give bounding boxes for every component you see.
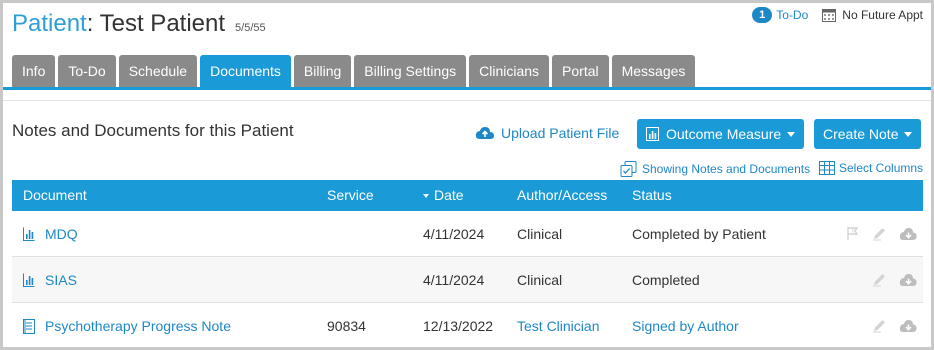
chart-icon: [23, 227, 35, 241]
outcome-measure-button[interactable]: Outcome Measure: [637, 119, 805, 149]
document-name: SIAS: [45, 272, 77, 288]
patient-label: Patient: [12, 10, 87, 37]
select-columns-link[interactable]: Select Columns: [819, 161, 923, 175]
todo-link[interactable]: To-Do: [776, 8, 808, 22]
row-actions: P: [834, 226, 917, 244]
status-link[interactable]: Signed by Author: [632, 303, 739, 347]
upload-label: Upload Patient File: [501, 125, 620, 141]
status-cell: Completed by Patient: [632, 226, 766, 242]
cloud-download-icon[interactable]: [899, 273, 917, 290]
documents-icon: [620, 161, 637, 177]
patient-name: : Test Patient: [86, 10, 226, 37]
patient-page: Patient : Test Patient 5/5/55 1 To-Do No…: [3, 3, 931, 347]
document-link[interactable]: SIAS: [23, 257, 77, 303]
note-icon: [23, 318, 35, 334]
select-columns-label: Select Columns: [839, 161, 924, 175]
document-name: Psychotherapy Progress Note: [45, 318, 231, 334]
tab-underline: [3, 87, 931, 90]
status-cell: Completed: [632, 272, 700, 288]
todo-count-badge[interactable]: 1: [752, 7, 773, 23]
tab-billing[interactable]: Billing: [293, 55, 352, 87]
patient-dob: 5/5/55: [235, 22, 266, 34]
flag-icon[interactable]: P: [846, 226, 860, 244]
column-header-status[interactable]: Status: [632, 180, 672, 211]
column-header-document[interactable]: Document: [23, 180, 87, 211]
divider: [3, 100, 931, 101]
tab-todo[interactable]: To-Do: [58, 55, 116, 87]
edit-icon[interactable]: [872, 318, 887, 336]
document-name: MDQ: [45, 226, 78, 242]
cloud-download-icon[interactable]: [899, 319, 917, 336]
bar-chart-icon: [646, 127, 659, 141]
date-cell: 4/11/2024: [423, 272, 485, 288]
date-cell: 12/13/2022: [423, 318, 494, 334]
table-row: MDQ 4/11/2024 Clinical Completed by Pati…: [12, 211, 923, 257]
document-link[interactable]: MDQ: [23, 211, 78, 257]
header-right: 1 To-Do No Future Appt: [752, 7, 923, 23]
tab-clinicians[interactable]: Clinicians: [469, 55, 550, 87]
create-note-button[interactable]: Create Note: [814, 119, 922, 149]
page-title: Patient : Test Patient 5/5/55: [12, 10, 266, 38]
chevron-down-icon: [787, 131, 796, 137]
table-row: Psychotherapy Progress Note 90834 12/13/…: [12, 303, 923, 347]
author-link[interactable]: Test Clinician: [517, 303, 599, 347]
tab-info[interactable]: Info: [12, 55, 56, 87]
section-title: Notes and Documents for this Patient: [12, 121, 294, 140]
row-actions: [860, 318, 917, 336]
tab-messages[interactable]: Messages: [611, 55, 696, 87]
cloud-download-icon[interactable]: [899, 227, 917, 244]
tab-documents[interactable]: Documents: [200, 55, 291, 87]
table-columns-icon: [819, 161, 835, 175]
date-cell: 4/11/2024: [423, 226, 485, 242]
showing-notes-link[interactable]: Showing Notes and Documents: [620, 161, 810, 177]
create-note-label: Create Note: [823, 126, 899, 142]
table-row: SIAS 4/11/2024 Clinical Completed: [12, 257, 923, 303]
showing-notes-label: Showing Notes and Documents: [642, 162, 811, 176]
no-future-appt-label[interactable]: No Future Appt: [842, 8, 923, 22]
chevron-down-icon: [904, 131, 913, 137]
column-header-service[interactable]: Service: [327, 180, 374, 211]
upload-patient-file-link[interactable]: Upload Patient File: [475, 125, 619, 141]
cloud-upload-icon: [475, 127, 494, 139]
service-cell: 90834: [327, 318, 366, 334]
outcome-measure-label: Outcome Measure: [666, 126, 782, 142]
tab-billing-settings[interactable]: Billing Settings: [354, 55, 467, 87]
tab-schedule[interactable]: Schedule: [118, 55, 198, 87]
edit-icon[interactable]: [872, 272, 887, 290]
calendar-icon: [822, 8, 837, 22]
column-header-date[interactable]: Date: [423, 180, 464, 211]
sort-desc-icon: [423, 194, 429, 199]
row-actions: [860, 272, 917, 290]
author-cell: Clinical: [517, 272, 563, 288]
table-header: Document Service Date Author/Access Stat…: [12, 180, 923, 211]
edit-icon[interactable]: [872, 226, 887, 244]
author-cell: Clinical: [517, 226, 563, 242]
tab-portal[interactable]: Portal: [552, 55, 609, 87]
chart-icon: [23, 273, 35, 287]
document-link[interactable]: Psychotherapy Progress Note: [23, 303, 231, 347]
column-header-date-label: Date: [434, 187, 464, 203]
column-header-author[interactable]: Author/Access: [517, 180, 607, 211]
tab-bar: Info To-Do Schedule Documents Billing Bi…: [12, 55, 698, 87]
